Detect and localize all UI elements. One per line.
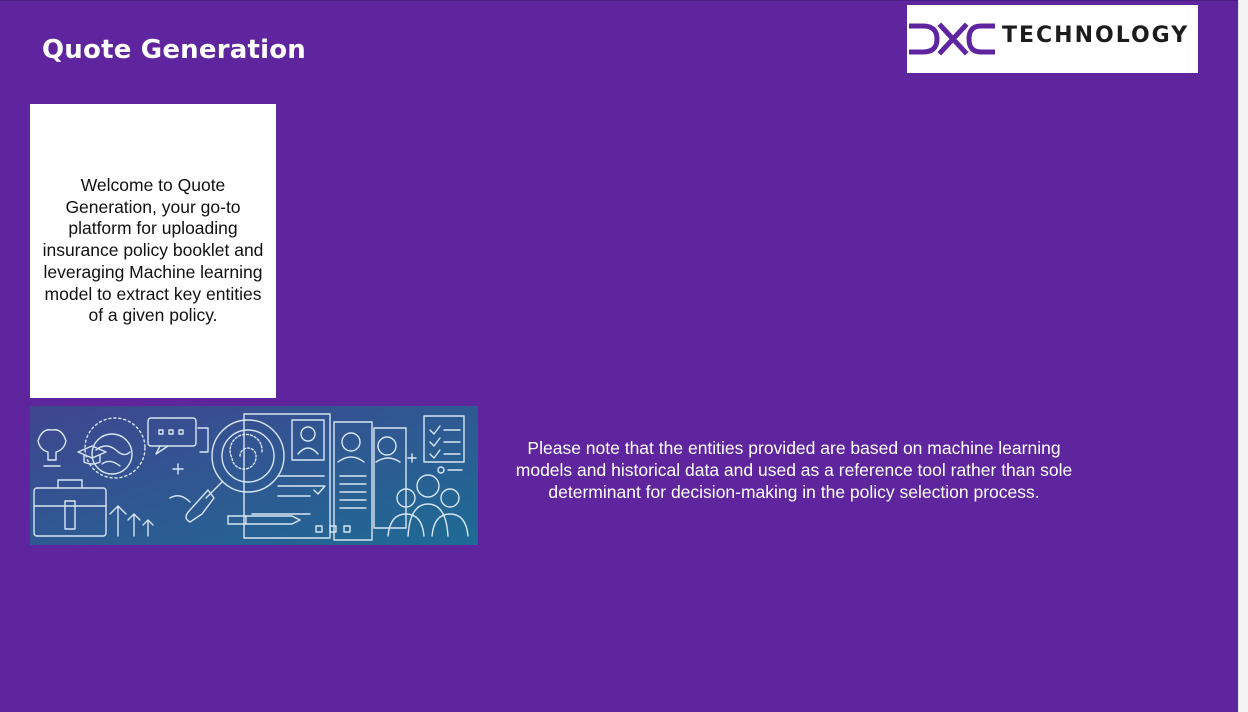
welcome-text: Welcome to Quote Generation, your go-to … [42, 175, 264, 326]
logo-wordmark: TECHNOLOGY [1002, 23, 1190, 48]
page-title: Quote Generation [42, 35, 306, 65]
disclaimer-text: Please note that the entities provided a… [515, 438, 1073, 502]
welcome-card: Welcome to Quote Generation, your go-to … [30, 104, 276, 398]
app-background: Quote Generation TECHNOLOGY Welcome to Q… [0, 0, 1238, 712]
company-logo: TECHNOLOGY [907, 5, 1198, 73]
scrollbar-track[interactable] [1238, 0, 1248, 712]
dxc-logo-icon [909, 22, 995, 56]
recruitment-illustration-icon [30, 406, 478, 545]
banner-image [30, 406, 478, 545]
